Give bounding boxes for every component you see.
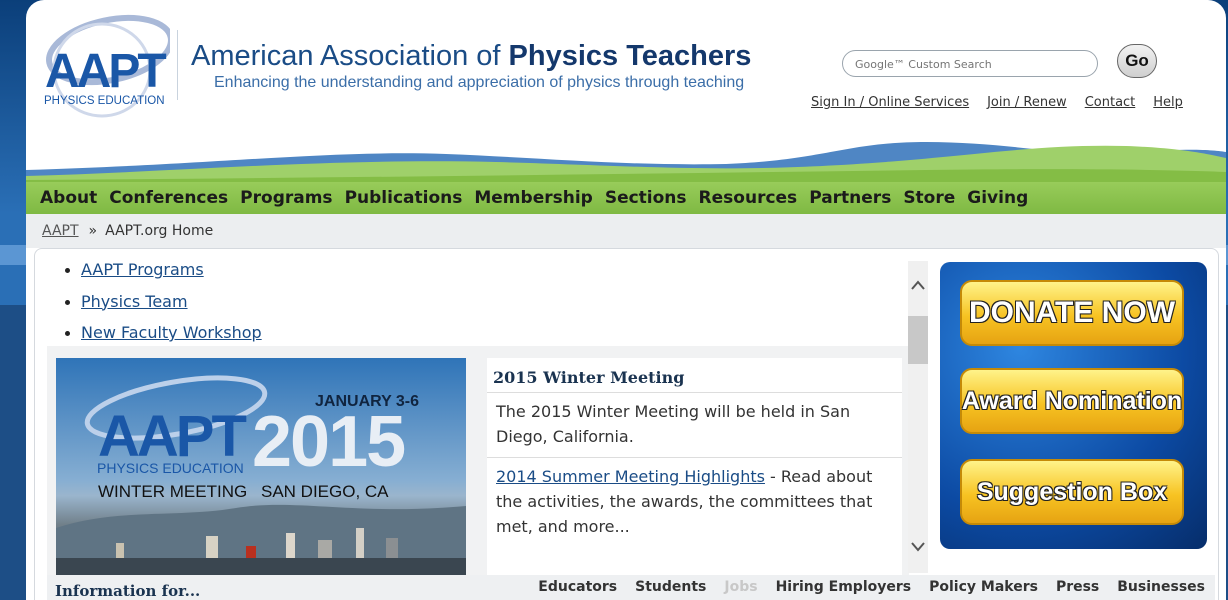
businesses-link[interactable]: Businesses [1117, 579, 1205, 595]
award-nomination-button[interactable]: Award Nomination [960, 368, 1184, 434]
scroll-thumb[interactable] [908, 316, 928, 364]
breadcrumb-separator: » [88, 223, 98, 239]
jobs-link[interactable]: Jobs [724, 579, 757, 595]
winter-meeting-banner[interactable]: JANUARY 3-6 AAPT 2015 PHYSICS EDUCATION … [56, 358, 466, 580]
nav-conferences[interactable]: Conferences [109, 188, 228, 208]
nav-giving[interactable]: Giving [967, 188, 1028, 208]
banner-year: 2015 [252, 402, 406, 482]
banner-location: SAN DIEGO, CA [261, 482, 389, 501]
help-link[interactable]: Help [1153, 95, 1183, 110]
scroll-up-icon[interactable] [908, 275, 928, 295]
news-item: 2014 Summer Meeting Highlights - Read ab… [487, 458, 902, 547]
educators-link[interactable]: Educators [538, 579, 617, 595]
donate-panel: DONATE NOW Award Nomination Suggestion B… [940, 262, 1207, 549]
header-hills [26, 142, 1226, 182]
content-card: AAPT Programs Physics Team New Faculty W… [34, 248, 1219, 600]
org-name: American Association of Physics Teachers [191, 42, 751, 71]
contact-link[interactable]: Contact [1085, 95, 1136, 110]
logo-text: AAPT [45, 45, 167, 98]
main-nav: About Conferences Programs Publications … [26, 182, 1226, 214]
banner-event: WINTER MEETING [98, 482, 248, 501]
tagline: Enhancing the understanding and apprecia… [214, 74, 745, 91]
site-frame: AAPT PHYSICS EDUCATION American Associat… [26, 0, 1226, 600]
suggestion-box-button[interactable]: Suggestion Box [960, 459, 1184, 525]
nav-about[interactable]: About [40, 188, 97, 208]
list-item: AAPT Programs [65, 261, 929, 293]
breadcrumb-root-link[interactable]: AAPT [42, 223, 79, 239]
nav-sections[interactable]: Sections [605, 188, 687, 208]
list-item: Physics Team [65, 292, 929, 325]
information-for-bar: Information for... Educators Students Jo… [47, 575, 1215, 600]
header-divider [177, 30, 178, 100]
information-for-title: Information for... [55, 582, 201, 600]
scrollbar[interactable] [908, 261, 928, 573]
news-item: The 2015 Winter Meeting will be held in … [487, 393, 902, 458]
search-box [842, 50, 1098, 77]
nav-resources[interactable]: Resources [699, 188, 798, 208]
featured-section: JANUARY 3-6 AAPT 2015 PHYSICS EDUCATION … [47, 346, 909, 581]
program-links-list: AAPT Programs Physics Team New Faculty W… [47, 261, 929, 356]
new-faculty-workshop-link[interactable]: New Faculty Workshop [81, 323, 262, 342]
search-input[interactable] [853, 51, 1087, 77]
students-link[interactable]: Students [635, 579, 706, 595]
hiring-employers-link[interactable]: Hiring Employers [776, 579, 912, 595]
physics-team-link[interactable]: Physics Team [81, 292, 188, 311]
main-scroll-pane[interactable]: AAPT Programs Physics Team New Faculty W… [47, 261, 929, 581]
org-name-prefix: American Association of [191, 40, 509, 72]
banner-logo-subtext: PHYSICS EDUCATION [97, 460, 244, 476]
scroll-down-icon[interactable] [908, 537, 928, 557]
utility-links: Sign In / Online Services Join / Renew C… [811, 95, 1183, 110]
logo-subtext: PHYSICS EDUCATION [44, 95, 165, 107]
audience-links: Educators Students Jobs Hiring Employers… [538, 579, 1205, 595]
policy-makers-link[interactable]: Policy Makers [929, 579, 1038, 595]
press-link[interactable]: Press [1056, 579, 1099, 595]
nav-programs[interactable]: Programs [240, 188, 332, 208]
nav-store[interactable]: Store [903, 188, 955, 208]
aapt-logo[interactable]: AAPT PHYSICS EDUCATION [40, 10, 170, 118]
summer-highlights-link[interactable]: 2014 Summer Meeting Highlights [496, 467, 765, 486]
breadcrumb: AAPT » AAPT.org Home [26, 214, 1226, 248]
banner-logo-text: AAPT [98, 404, 247, 469]
go-button[interactable]: Go [1117, 44, 1157, 78]
breadcrumb-current: AAPT.org Home [105, 223, 214, 239]
nav-membership[interactable]: Membership [474, 188, 592, 208]
nav-publications[interactable]: Publications [345, 188, 463, 208]
nav-partners[interactable]: Partners [809, 188, 891, 208]
sign-in-link[interactable]: Sign In / Online Services [811, 95, 969, 110]
donate-now-button[interactable]: DONATE NOW [960, 280, 1184, 346]
join-renew-link[interactable]: Join / Renew [987, 95, 1067, 110]
news-title: 2015 Winter Meeting [487, 358, 902, 393]
aapt-programs-link[interactable]: AAPT Programs [81, 261, 204, 279]
news-panel: 2015 Winter Meeting The 2015 Winter Meet… [487, 358, 902, 581]
org-name-bold: Physics Teachers [508, 40, 752, 72]
